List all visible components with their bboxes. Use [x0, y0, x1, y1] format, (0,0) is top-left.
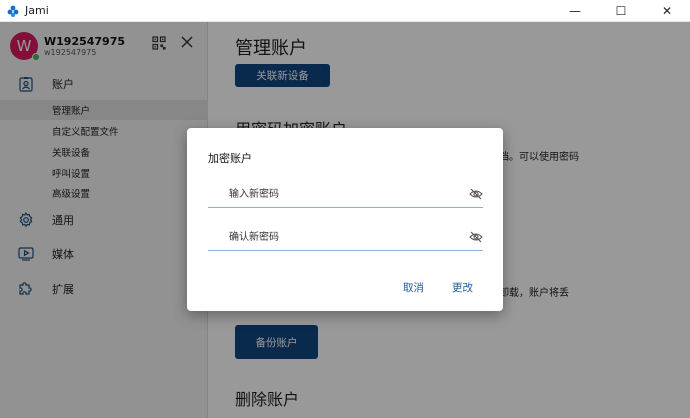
maximize-button[interactable]: ☐: [598, 0, 644, 22]
eye-slash-icon[interactable]: [469, 188, 483, 200]
change-button[interactable]: 更改: [452, 280, 473, 295]
dialog-title: 加密账户: [208, 152, 252, 165]
minimize-icon: —: [569, 4, 581, 18]
new-password-field: [208, 182, 483, 208]
window-title: Jami: [25, 4, 49, 17]
close-window-button[interactable]: ✕: [644, 0, 690, 22]
confirm-password-input[interactable]: [208, 225, 458, 250]
minimize-button[interactable]: —: [552, 0, 598, 22]
maximize-icon: ☐: [615, 4, 627, 18]
cancel-button[interactable]: 取消: [403, 280, 424, 295]
confirm-password-field: [208, 225, 483, 251]
jami-logo-icon: [6, 4, 20, 18]
title-bar: Jami — ☐ ✕: [0, 0, 690, 22]
encrypt-account-dialog: 加密账户 取消 更改: [187, 128, 503, 311]
eye-slash-icon[interactable]: [469, 231, 483, 243]
new-password-input[interactable]: [208, 182, 458, 207]
close-icon: ✕: [661, 4, 673, 18]
